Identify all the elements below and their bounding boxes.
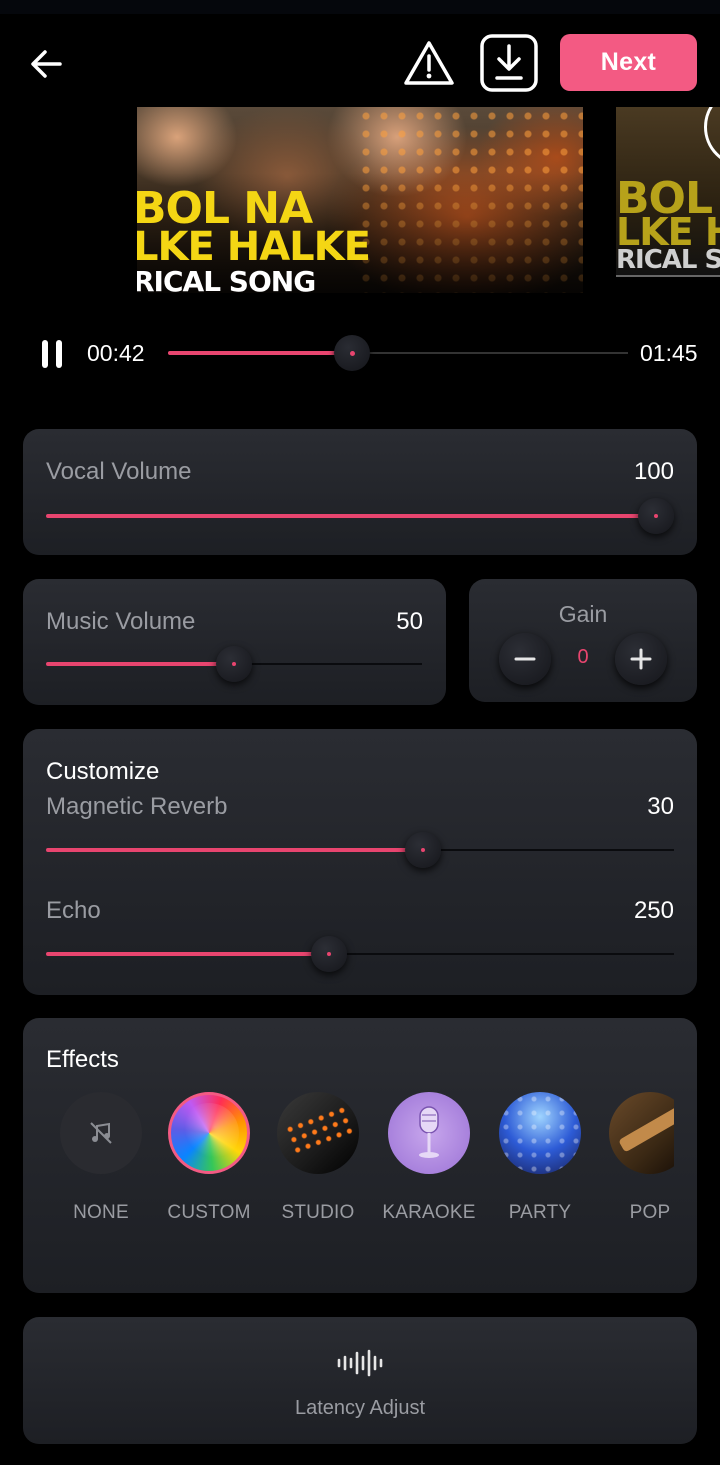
slider-fill xyxy=(46,514,656,518)
vocal-volume-label: Vocal Volume xyxy=(46,458,192,485)
effect-custom[interactable]: CUSTOM xyxy=(154,1092,264,1224)
download-icon xyxy=(480,34,538,92)
effect-name: STUDIO xyxy=(281,1202,355,1223)
effect-name: POP xyxy=(629,1202,671,1223)
effect-pop[interactable]: POP xyxy=(595,1092,674,1224)
thumbnail-title-line3: RICAL SONG xyxy=(137,265,316,293)
effect-thumb xyxy=(499,1092,581,1174)
effect-name: CUSTOM xyxy=(167,1202,251,1223)
effects-heading: Effects xyxy=(46,1046,119,1073)
next-button[interactable]: Next xyxy=(560,34,697,91)
effect-party[interactable]: PARTY xyxy=(485,1092,595,1224)
music-volume-value: 50 xyxy=(396,608,423,635)
gain-card: Gain 0 xyxy=(469,579,697,702)
echo-value: 250 xyxy=(633,897,674,924)
effect-name: NONE xyxy=(73,1202,129,1223)
seek-bar[interactable] xyxy=(168,335,628,371)
back-button[interactable] xyxy=(24,42,68,86)
effect-name: PARTY xyxy=(508,1202,572,1223)
slider-handle[interactable] xyxy=(404,832,441,868)
report-button[interactable] xyxy=(402,38,456,88)
echo-slider[interactable] xyxy=(46,936,674,972)
customize-card: Customize Magnetic Reverb 30 Echo 250 xyxy=(23,729,697,995)
pause-button[interactable] xyxy=(38,340,66,370)
latency-adjust-label: Latency Adjust xyxy=(294,1397,426,1419)
vocal-volume-slider[interactable] xyxy=(46,498,674,534)
effect-thumb-selected xyxy=(168,1092,250,1174)
slider-handle[interactable] xyxy=(638,498,674,534)
slider-fill xyxy=(46,952,329,956)
music-volume-label: Music Volume xyxy=(46,608,196,635)
thumbnail-ring xyxy=(704,107,720,167)
effect-name: KARAOKE xyxy=(382,1202,476,1223)
echo-label: Echo xyxy=(46,897,101,924)
effect-studio[interactable]: STUDIO xyxy=(263,1092,373,1224)
plus-icon xyxy=(630,648,652,670)
effect-thumb xyxy=(277,1092,359,1174)
next-thumbnail-line3: RICAL S xyxy=(616,245,720,275)
gain-label: Gain xyxy=(558,601,608,627)
next-video-thumbnail[interactable]: BOL NA LKE H RICAL S xyxy=(616,107,720,277)
customize-heading: Customize xyxy=(46,758,160,785)
latency-adjust-button[interactable]: Latency Adjust xyxy=(23,1317,697,1444)
effect-thumb xyxy=(60,1092,142,1174)
current-time: 00:42 xyxy=(87,340,145,366)
music-volume-slider[interactable] xyxy=(46,646,422,682)
pause-icon xyxy=(42,340,48,368)
gain-increase-button[interactable] xyxy=(615,633,667,685)
reverb-label: Magnetic Reverb xyxy=(46,793,228,820)
vocal-volume-card: Vocal Volume 100 xyxy=(23,429,697,555)
vocal-volume-value: 100 xyxy=(633,458,674,485)
microphone-icon xyxy=(419,1106,439,1158)
music-volume-card: Music Volume 50 xyxy=(23,579,446,705)
reverb-value: 30 xyxy=(647,793,674,820)
video-thumbnail[interactable]: BOL NA LKE HALKE RICAL SONG xyxy=(137,107,583,293)
total-time: 01:45 xyxy=(640,340,698,366)
seek-handle[interactable] xyxy=(334,335,370,371)
effects-list[interactable]: NONE CUSTOM STUDIO KARAOKE PARTY POP xyxy=(46,1092,674,1252)
effect-none[interactable]: NONE xyxy=(46,1092,156,1224)
seek-progress xyxy=(168,351,352,355)
thumbnail-title-line2: LKE HALKE xyxy=(137,224,371,270)
music-off-icon xyxy=(90,1122,112,1144)
slider-handle[interactable] xyxy=(216,646,252,682)
warning-icon xyxy=(404,41,454,85)
waveform-icon xyxy=(337,1349,383,1377)
slider-fill xyxy=(46,848,423,852)
effect-thumb xyxy=(609,1092,674,1174)
reverb-slider[interactable] xyxy=(46,832,674,868)
effect-karaoke[interactable]: KARAOKE xyxy=(374,1092,484,1224)
status-bar xyxy=(0,0,720,14)
effect-thumb xyxy=(388,1092,470,1174)
back-arrow-icon xyxy=(31,50,62,78)
download-button[interactable] xyxy=(480,34,538,92)
slider-handle[interactable] xyxy=(310,936,347,972)
slider-fill xyxy=(46,662,234,666)
